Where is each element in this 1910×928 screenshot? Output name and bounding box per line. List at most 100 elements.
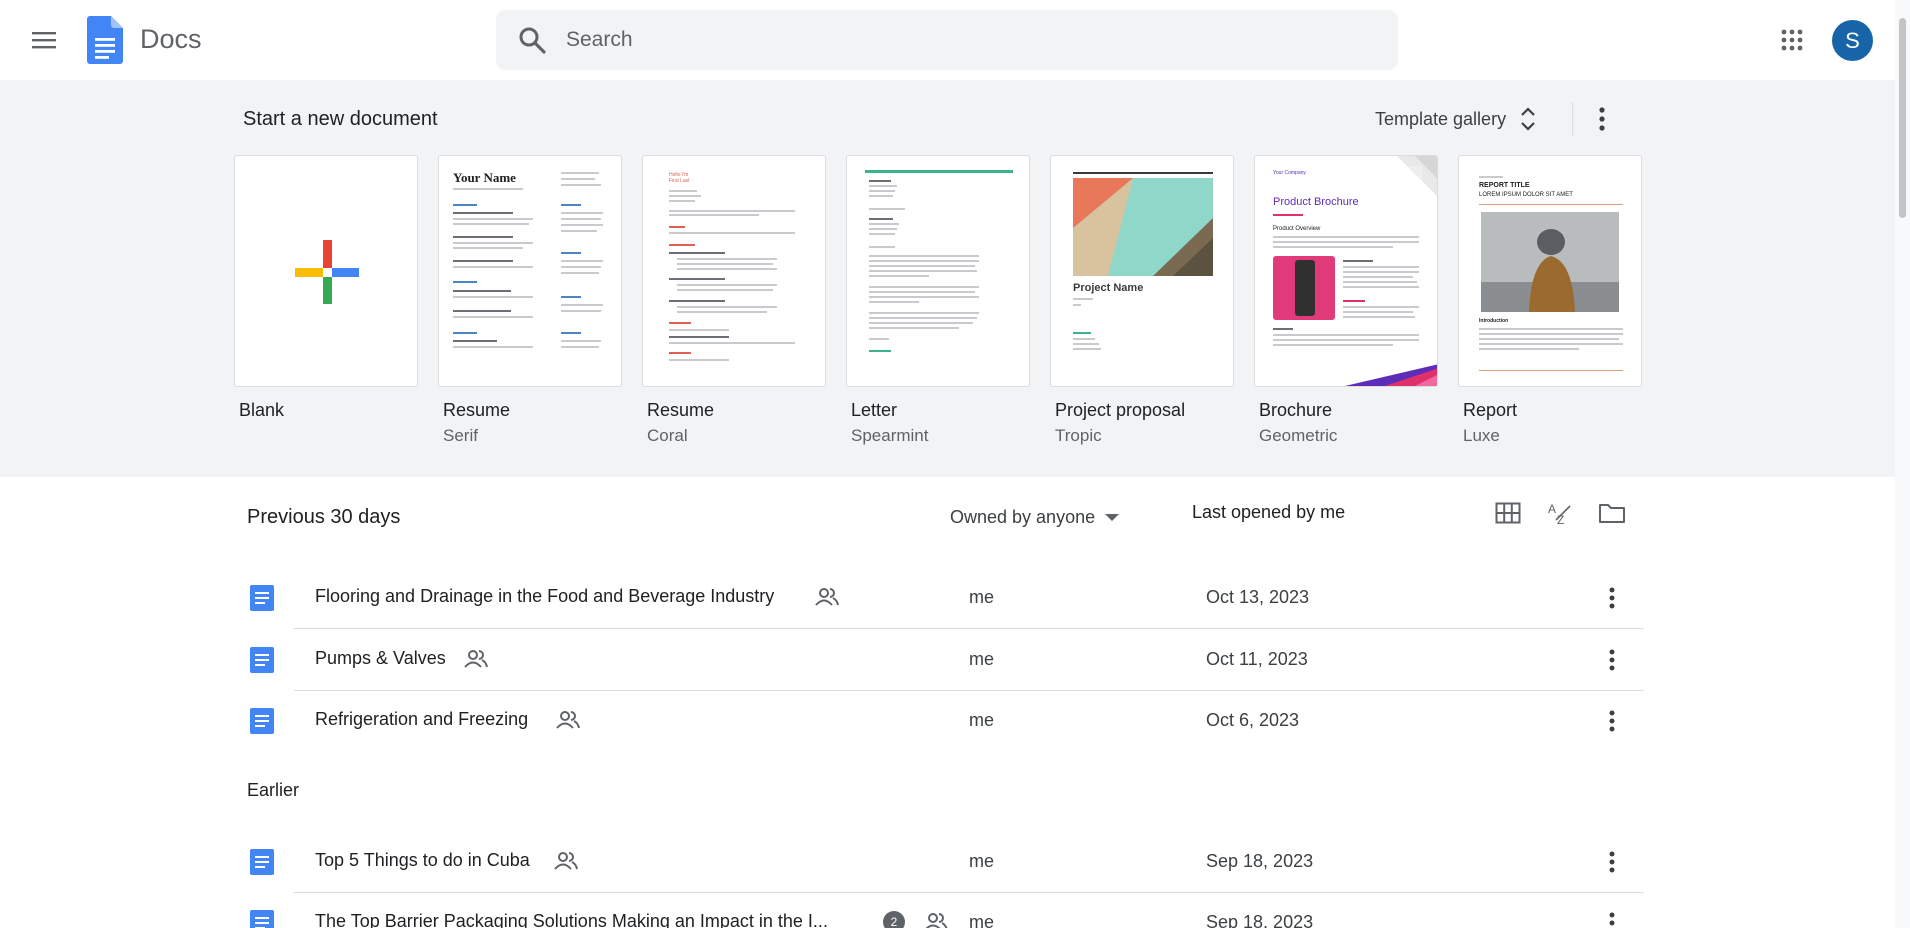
document-more-button[interactable]	[1592, 578, 1632, 618]
templates-more-button[interactable]	[1582, 95, 1622, 143]
template-style: Serif	[443, 426, 478, 445]
shared-people-icon	[556, 711, 580, 729]
page-scrollbar[interactable]	[1895, 0, 1910, 928]
template-name: Blank	[239, 400, 285, 420]
google-doc-file-icon	[250, 849, 274, 875]
document-more-button[interactable]	[1592, 640, 1632, 680]
template-style: Spearmint	[851, 426, 929, 445]
scrollbar-thumb[interactable]	[1899, 18, 1906, 218]
shared-people-icon	[554, 852, 578, 870]
document-date: Sep 18, 2023	[1206, 912, 1314, 928]
document-owner: me	[969, 912, 995, 928]
grid-view-button[interactable]	[1486, 491, 1530, 535]
templates-heading: Start a new document	[243, 108, 438, 130]
dropdown-caret-icon	[1105, 513, 1120, 521]
thumb-section: Product Overview	[1273, 226, 1321, 232]
template-thumbnail: Project Name	[1050, 155, 1234, 387]
document-row[interactable]: Top 5 Things to do in Cuba me Sep 18, 20…	[226, 831, 1644, 893]
template-name: Letter	[851, 400, 898, 420]
more-vert-icon	[1609, 710, 1615, 732]
section-title-recent: Previous 30 days	[247, 506, 401, 528]
tropic-geometric-art	[1073, 178, 1213, 276]
owner-filter-dropdown[interactable]: Owned by anyone	[950, 500, 1120, 534]
template-brochure-geometric[interactable]: Your Company Product Brochure Product Ov…	[1254, 155, 1438, 446]
google-doc-file-icon	[250, 910, 274, 928]
comment-count-badge: 2	[883, 911, 905, 928]
template-report-luxe[interactable]: REPORT TITLE LOREM IPSUM DOLOR SIT AMET …	[1458, 155, 1642, 446]
template-letter-spearmint[interactable]: Letter Spearmint	[846, 155, 1030, 446]
sort-az-icon: A Z	[1548, 502, 1571, 526]
document-owner: me	[969, 587, 995, 607]
document-title[interactable]: Pumps & Valves	[315, 648, 446, 669]
thumb-section: Introduction	[1479, 318, 1509, 324]
geometric-bottom-art	[1345, 364, 1437, 386]
template-thumbnail: Your Name	[438, 155, 622, 387]
account-avatar[interactable]: S	[1832, 20, 1873, 61]
template-blank[interactable]: Blank	[234, 155, 418, 421]
svg-text:A: A	[1548, 502, 1556, 516]
more-vert-icon	[1609, 587, 1615, 609]
open-file-picker-button[interactable]	[1590, 491, 1634, 535]
document-row[interactable]: Flooring and Drainage in the Food and Be…	[226, 567, 1644, 629]
shared-people-icon	[464, 650, 488, 668]
document-row[interactable]: The Top Barrier Packaging Solutions Maki…	[226, 892, 1644, 928]
folder-icon	[1599, 504, 1625, 523]
document-date: Sep 18, 2023	[1206, 851, 1314, 871]
template-band: Start a new document Template gallery Bl…	[0, 80, 1895, 477]
google-apps-icon	[1781, 29, 1803, 51]
template-style: Tropic	[1055, 426, 1102, 445]
search-input[interactable]	[566, 28, 1366, 52]
search-bar[interactable]	[496, 10, 1398, 70]
template-project-proposal-tropic[interactable]: Project Name Project proposal Tropic	[1050, 155, 1234, 446]
document-more-button[interactable]	[1592, 903, 1632, 928]
document-date: Oct 13, 2023	[1206, 587, 1310, 607]
document-title[interactable]: Top 5 Things to do in Cuba	[315, 850, 530, 871]
shared-people-icon	[815, 588, 839, 606]
google-doc-file-icon	[250, 585, 274, 611]
shared-people-icon	[925, 913, 948, 928]
app-title[interactable]: Docs	[140, 24, 202, 55]
top-app-bar: Docs S	[0, 0, 1895, 80]
template-style: Luxe	[1463, 426, 1500, 445]
template-style: Coral	[647, 426, 688, 445]
template-thumbnail: Hello I'm First Last	[642, 155, 826, 387]
document-title[interactable]: The Top Barrier Packaging Solutions Maki…	[315, 911, 828, 928]
template-thumbnail	[234, 155, 418, 387]
thumb-heading: Your Name	[453, 170, 516, 185]
document-more-button[interactable]	[1592, 842, 1632, 882]
document-title[interactable]: Flooring and Drainage in the Food and Be…	[315, 586, 774, 607]
template-gallery-label: Template gallery	[1375, 108, 1507, 129]
owner-filter-label: Owned by anyone	[950, 506, 1096, 527]
main-menu-button[interactable]	[20, 16, 68, 64]
template-name: Brochure	[1259, 400, 1333, 420]
template-name: Resume	[443, 400, 511, 420]
document-owner: me	[969, 649, 995, 669]
google-apps-button[interactable]	[1768, 16, 1816, 64]
document-date: Oct 6, 2023	[1206, 710, 1300, 730]
document-row[interactable]: Refrigeration and Freezing me Oct 6, 202…	[226, 690, 1644, 752]
google-doc-file-icon	[250, 647, 274, 673]
google-doc-file-icon	[250, 708, 274, 734]
document-title[interactable]: Refrigeration and Freezing	[315, 709, 528, 730]
document-row[interactable]: Pumps & Valves me Oct 11, 2023	[226, 629, 1644, 691]
document-owner: me	[969, 851, 995, 871]
template-resume-coral[interactable]: Hello I'm First Last Resume Coral	[642, 155, 826, 446]
template-resume-serif[interactable]: Your Name Resume Serif	[438, 155, 622, 446]
report-cover-photo	[1481, 212, 1619, 312]
plus-multicolor-icon	[295, 240, 359, 304]
template-gallery-button[interactable]: Template gallery	[1363, 96, 1548, 142]
thumb-heading: Project Name	[1073, 282, 1144, 294]
sort-options-button[interactable]: A Z	[1538, 491, 1582, 535]
more-vert-icon	[1609, 912, 1615, 926]
thumb-subheading: LOREM IPSUM DOLOR SIT AMET	[1479, 192, 1573, 198]
thumb-heading: REPORT TITLE	[1479, 182, 1530, 189]
template-name: Project proposal	[1055, 400, 1186, 420]
section-title-earlier: Earlier	[247, 780, 300, 800]
document-more-button[interactable]	[1592, 701, 1632, 741]
search-icon[interactable]	[517, 25, 547, 55]
docs-logo-icon[interactable]	[87, 16, 123, 64]
more-vert-icon	[1609, 649, 1615, 671]
grid-view-icon	[1495, 502, 1521, 524]
sort-menu-button[interactable]: Last opened by me	[1192, 502, 1345, 523]
thumb-heading: Hello I'm First Last	[669, 172, 690, 184]
